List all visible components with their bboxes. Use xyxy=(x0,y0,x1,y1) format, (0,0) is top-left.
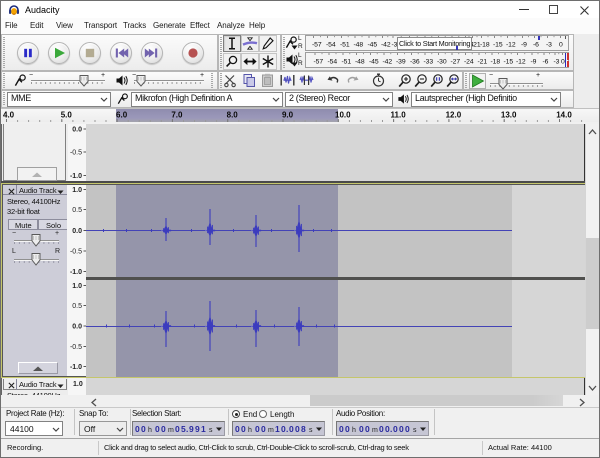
svg-text:9: 9 xyxy=(195,424,200,434)
svg-text:h: h xyxy=(148,427,152,434)
svg-text:0: 0 xyxy=(135,424,140,434)
svg-text:-18: -18 xyxy=(480,42,490,49)
svg-text:5.0: 5.0 xyxy=(61,111,73,120)
svg-text:0.0: 0.0 xyxy=(72,127,82,134)
svg-text:0: 0 xyxy=(399,424,404,434)
svg-text:7.0: 7.0 xyxy=(171,111,183,120)
svg-text:0: 0 xyxy=(379,424,384,434)
svg-text:s: s xyxy=(413,427,417,434)
svg-text:-1.0: -1.0 xyxy=(70,173,82,180)
svg-text:0: 0 xyxy=(261,424,266,434)
svg-text:-12: -12 xyxy=(506,42,516,49)
svg-text:1: 1 xyxy=(275,424,280,434)
svg-text:10.0: 10.0 xyxy=(335,111,351,120)
svg-text:-42: -42 xyxy=(383,59,393,66)
svg-text:0: 0 xyxy=(359,424,364,434)
svg-text:-1.0: -1.0 xyxy=(70,269,82,276)
svg-text:-57: -57 xyxy=(312,42,322,49)
svg-text:0.5: 0.5 xyxy=(72,303,82,310)
svg-text:1: 1 xyxy=(201,424,206,434)
svg-text:s: s xyxy=(209,427,213,434)
svg-text:-0.5: -0.5 xyxy=(70,249,82,256)
svg-text:0.0: 0.0 xyxy=(72,324,82,331)
svg-text:0: 0 xyxy=(155,424,160,434)
svg-text:h: h xyxy=(352,427,356,434)
svg-text:-12: -12 xyxy=(516,59,526,66)
svg-text:4.0: 4.0 xyxy=(3,111,15,120)
svg-text:8: 8 xyxy=(301,424,306,434)
svg-text:-1.0: -1.0 xyxy=(70,364,82,371)
svg-text:14.0: 14.0 xyxy=(556,111,572,120)
svg-text:-54: -54 xyxy=(328,59,338,66)
svg-text:-54: -54 xyxy=(326,42,336,49)
svg-text:-18: -18 xyxy=(491,59,501,66)
svg-text:s: s xyxy=(309,427,313,434)
svg-text:12.0: 12.0 xyxy=(446,111,462,120)
svg-text:6.0: 6.0 xyxy=(116,111,128,120)
svg-text:-15: -15 xyxy=(493,42,503,49)
svg-text:-45: -45 xyxy=(368,42,378,49)
svg-text:-39: -39 xyxy=(396,59,406,66)
svg-text:-24: -24 xyxy=(464,59,474,66)
svg-text:0: 0 xyxy=(289,424,294,434)
svg-text:0: 0 xyxy=(345,424,350,434)
svg-text:0: 0 xyxy=(559,42,563,49)
svg-text:0: 0 xyxy=(141,424,146,434)
svg-text:-15: -15 xyxy=(504,59,514,66)
svg-text:-9: -9 xyxy=(531,59,537,66)
svg-text:0: 0 xyxy=(365,424,370,434)
svg-text:1.0: 1.0 xyxy=(72,283,82,290)
svg-text:11.0: 11.0 xyxy=(391,111,407,120)
svg-text:0: 0 xyxy=(295,424,300,434)
svg-text:0: 0 xyxy=(161,424,166,434)
svg-text:h: h xyxy=(248,427,252,434)
svg-text:-3: -3 xyxy=(554,59,560,66)
svg-text:0: 0 xyxy=(393,424,398,434)
svg-text:-6: -6 xyxy=(533,42,539,49)
svg-text:-51: -51 xyxy=(342,59,352,66)
svg-text:-42: -42 xyxy=(381,42,391,49)
svg-text:-21: -21 xyxy=(478,59,488,66)
svg-text:0: 0 xyxy=(405,424,410,434)
svg-text:m: m xyxy=(268,427,274,434)
svg-text:0.0: 0.0 xyxy=(72,228,82,235)
svg-text:-48: -48 xyxy=(354,42,364,49)
svg-text:-30: -30 xyxy=(437,59,447,66)
svg-text:9.0: 9.0 xyxy=(282,111,294,120)
svg-text:-9: -9 xyxy=(521,42,527,49)
svg-text:-51: -51 xyxy=(340,42,350,49)
svg-text:-0.5: -0.5 xyxy=(70,344,82,351)
svg-text:0: 0 xyxy=(175,424,180,434)
svg-text:-57: -57 xyxy=(314,59,324,66)
svg-text:-27: -27 xyxy=(451,59,461,66)
svg-text:-0.5: -0.5 xyxy=(70,150,82,157)
svg-text:13.0: 13.0 xyxy=(501,111,517,120)
svg-text:-6: -6 xyxy=(543,59,549,66)
svg-text:-36: -36 xyxy=(410,59,420,66)
svg-text:9: 9 xyxy=(189,424,194,434)
svg-text:-3: -3 xyxy=(546,42,552,49)
svg-text:0: 0 xyxy=(241,424,246,434)
svg-text:0.5: 0.5 xyxy=(72,207,82,214)
svg-text:m: m xyxy=(372,427,378,434)
svg-text:0: 0 xyxy=(339,424,344,434)
svg-text:-45: -45 xyxy=(369,59,379,66)
svg-text:0: 0 xyxy=(235,424,240,434)
svg-text:1.0: 1.0 xyxy=(72,187,82,194)
svg-text:m: m xyxy=(168,427,174,434)
svg-text:-48: -48 xyxy=(355,59,365,66)
svg-text:0: 0 xyxy=(255,424,260,434)
svg-text:8.0: 8.0 xyxy=(227,111,239,120)
svg-text:-33: -33 xyxy=(424,59,434,66)
